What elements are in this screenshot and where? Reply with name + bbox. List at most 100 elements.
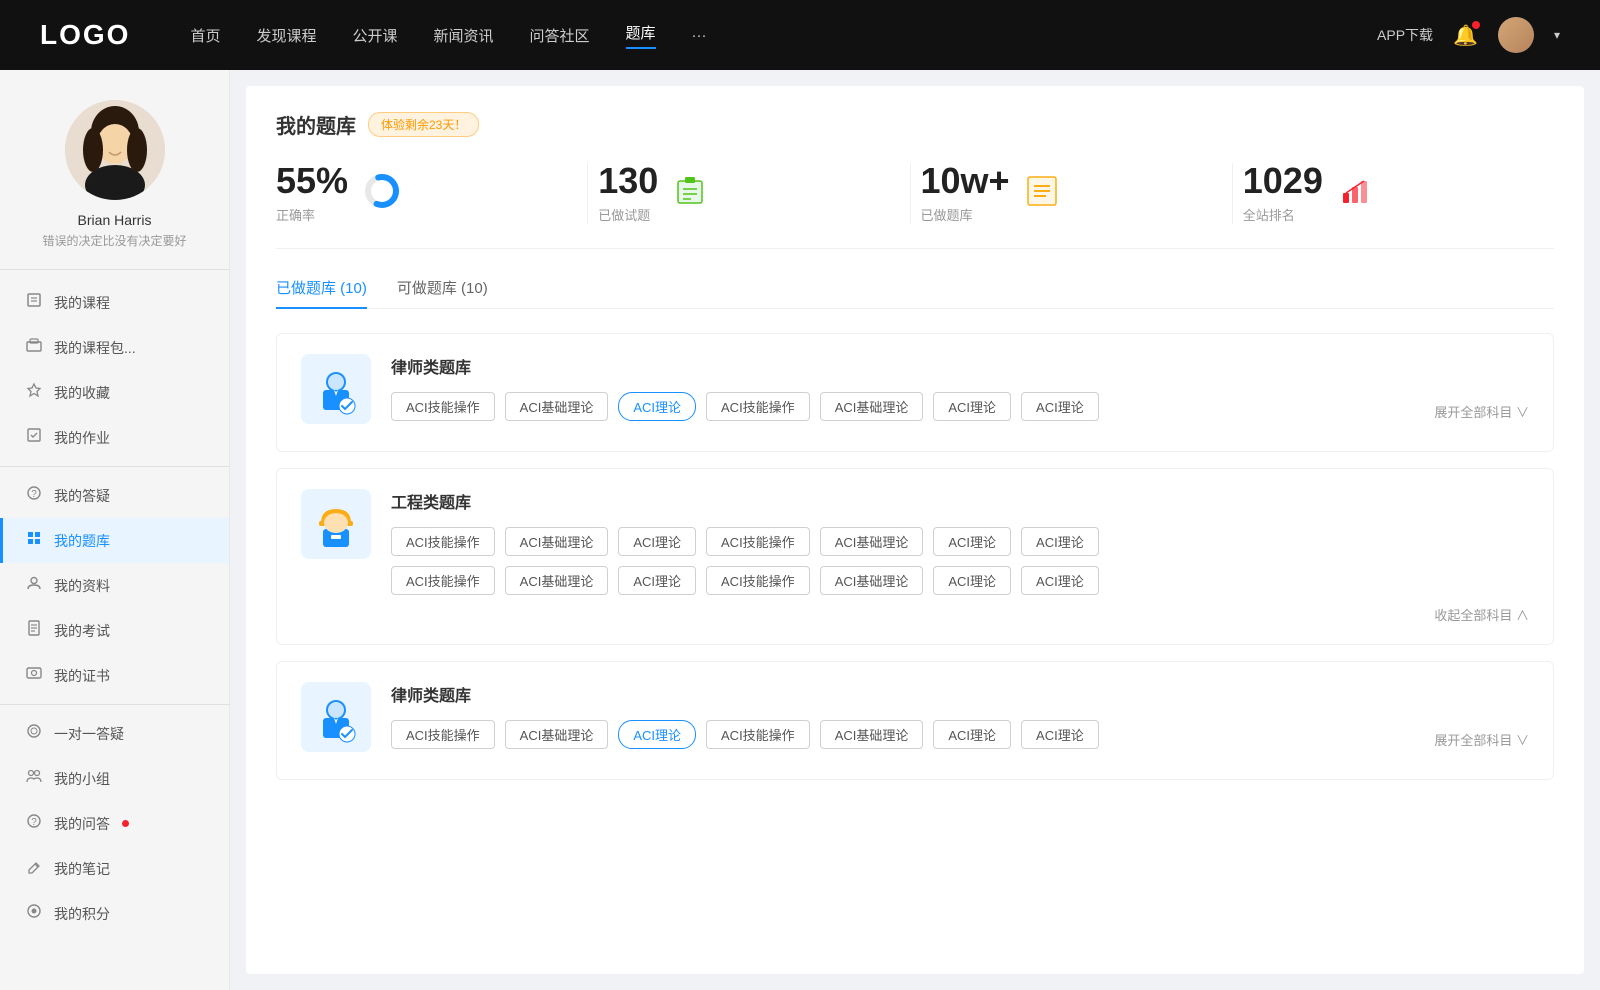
bank-tag-1-3[interactable]: ACI技能操作: [706, 392, 810, 421]
bank-tag-3-1[interactable]: ACI基础理论: [505, 720, 609, 749]
bank-tag-2-r2-5[interactable]: ACI理论: [933, 566, 1011, 595]
sidebar-item-one-on-one[interactable]: 一对一答疑: [0, 711, 229, 756]
bank-content-3: 律师类题库 ACI技能操作 ACI基础理论 ACI理论 ACI技能操作 ACI基…: [391, 682, 1529, 759]
sidebar-item-my-profile[interactable]: 我的资料: [0, 563, 229, 608]
bank-name-3: 律师类题库: [391, 682, 1529, 706]
bank-tag-1-4[interactable]: ACI基础理论: [820, 392, 924, 421]
tab-available-banks[interactable]: 可做题库 (10): [397, 277, 488, 308]
sidebar-label-my-group: 我的小组: [54, 769, 110, 789]
nav-questionbank[interactable]: 题库: [626, 22, 656, 49]
bank-tag-2-r1-3[interactable]: ACI技能操作: [706, 527, 810, 556]
bank-tag-3-5[interactable]: ACI理论: [933, 720, 1011, 749]
bank-tag-2-r1-6[interactable]: ACI理论: [1021, 527, 1099, 556]
sidebar-item-favorites[interactable]: 我的收藏: [0, 370, 229, 415]
sidebar-divider-1: [0, 466, 229, 467]
bank-tag-3-4[interactable]: ACI基础理论: [820, 720, 924, 749]
trial-badge: 体验剩余23天！: [368, 112, 479, 137]
bank-tag-2-r1-1[interactable]: ACI基础理论: [505, 527, 609, 556]
bank-expand-3[interactable]: 展开全部科目 ∨: [1434, 730, 1529, 749]
stat-done-banks: 10w+ 已做题库: [911, 163, 1233, 224]
bank-tag-1-1[interactable]: ACI基础理论: [505, 392, 609, 421]
homework-icon: [24, 427, 44, 448]
sidebar-item-course-package[interactable]: 我的课程包...: [0, 325, 229, 370]
nav-news[interactable]: 新闻资讯: [434, 25, 494, 46]
bank-tag-3-0[interactable]: ACI技能操作: [391, 720, 495, 749]
navbar-logo: LOGO: [40, 19, 130, 51]
stat-done-banks-value: 10w+ 已做题库: [921, 163, 1010, 224]
bank-collapse-2[interactable]: 收起全部科目 ∧: [1434, 605, 1529, 624]
bank-card-3: 律师类题库 ACI技能操作 ACI基础理论 ACI理论 ACI技能操作 ACI基…: [276, 661, 1554, 780]
user-dropdown-arrow[interactable]: ▾: [1554, 28, 1560, 42]
my-qa-icon: ?: [24, 485, 44, 506]
nav-open-course[interactable]: 公开课: [352, 25, 397, 46]
bank-tag-2-r1-2[interactable]: ACI理论: [618, 527, 696, 556]
notification-bell[interactable]: 🔔: [1453, 23, 1478, 48]
bank-tag-3-3[interactable]: ACI技能操作: [706, 720, 810, 749]
sidebar-item-my-notes[interactable]: 我的笔记: [0, 846, 229, 891]
avatar-svg: [65, 100, 165, 200]
sidebar-label-my-certificate: 我的证书: [54, 666, 110, 686]
bank-icon-lawyer-1: [301, 354, 371, 424]
nav-home[interactable]: 首页: [190, 25, 220, 46]
svg-text:?: ?: [31, 489, 37, 500]
bank-tag-1-6[interactable]: ACI理论: [1021, 392, 1099, 421]
sidebar-label-my-profile: 我的资料: [54, 576, 110, 596]
sidebar-item-question-bank[interactable]: 我的题库: [0, 518, 229, 563]
tab-done-banks[interactable]: 已做题库 (10): [276, 277, 367, 308]
bank-tag-1-5[interactable]: ACI理论: [933, 392, 1011, 421]
bank-tag-2-r1-5[interactable]: ACI理论: [933, 527, 1011, 556]
bank-tag-2-r2-4[interactable]: ACI基础理论: [820, 566, 924, 595]
bank-tag-1-2[interactable]: ACI理论: [618, 392, 696, 421]
nav-more[interactable]: ···: [692, 27, 707, 44]
course-package-icon: [24, 337, 44, 358]
chart-icon: [1337, 173, 1373, 214]
sidebar-divider-2: [0, 704, 229, 705]
bank-tag-2-r2-3[interactable]: ACI技能操作: [706, 566, 810, 595]
sidebar-label-my-course: 我的课程: [54, 293, 110, 313]
sidebar-item-my-course[interactable]: 我的课程: [0, 280, 229, 325]
correct-rate-number: 55%: [276, 163, 348, 199]
sidebar-item-my-points[interactable]: 我的积分: [0, 891, 229, 936]
sidebar-item-my-group[interactable]: 我的小组: [0, 756, 229, 801]
bank-tag-3-6[interactable]: ACI理论: [1021, 720, 1099, 749]
bank-expand-1[interactable]: 展开全部科目 ∨: [1434, 402, 1529, 421]
user-avatar[interactable]: [1498, 17, 1534, 53]
sidebar-label-one-on-one: 一对一答疑: [54, 724, 124, 744]
bank-tag-3-2[interactable]: ACI理论: [618, 720, 696, 749]
sidebar-item-my-qa[interactable]: ? 我的答疑: [0, 473, 229, 518]
done-questions-label: 已做试题: [598, 205, 658, 224]
my-group-icon: [24, 768, 44, 789]
bank-tag-2-r1-0[interactable]: ACI技能操作: [391, 527, 495, 556]
nav-discover[interactable]: 发现课程: [256, 25, 316, 46]
notification-dot: [1472, 21, 1480, 29]
sidebar-label-my-qa: 我的答疑: [54, 486, 110, 506]
app-download-button[interactable]: APP下载: [1377, 25, 1433, 45]
sidebar-menu: 我的课程 我的课程包... 我的收藏 我的作业: [0, 270, 229, 946]
sidebar-item-my-certificate[interactable]: 我的证书: [0, 653, 229, 698]
profile-avatar: [65, 100, 165, 200]
main-content-area: 我的题库 体验剩余23天！ 55% 正确率 130: [246, 86, 1584, 974]
my-course-icon: [24, 292, 44, 313]
bank-tag-2-r2-2[interactable]: ACI理论: [618, 566, 696, 595]
avatar-image: [1498, 17, 1534, 53]
nav-qa[interactable]: 问答社区: [530, 25, 590, 46]
sidebar-label-homework: 我的作业: [54, 428, 110, 448]
bank-tag-2-r2-0[interactable]: ACI技能操作: [391, 566, 495, 595]
sidebar-label-question-bank: 我的题库: [54, 531, 110, 551]
sidebar-item-my-exam[interactable]: 我的考试: [0, 608, 229, 653]
clipboard-icon: [672, 173, 708, 214]
done-banks-number: 10w+: [921, 163, 1010, 199]
sidebar-item-homework[interactable]: 我的作业: [0, 415, 229, 460]
done-banks-label: 已做题库: [921, 205, 1010, 224]
bank-tag-2-r2-6[interactable]: ACI理论: [1021, 566, 1099, 595]
bank-tag-2-r2-1[interactable]: ACI基础理论: [505, 566, 609, 595]
bank-tag-1-0[interactable]: ACI技能操作: [391, 392, 495, 421]
my-profile-icon: [24, 575, 44, 596]
svg-text:?: ?: [31, 817, 37, 828]
bank-tags-3: ACI技能操作 ACI基础理论 ACI理论 ACI技能操作 ACI基础理论 AC…: [391, 720, 1529, 749]
sidebar-label-my-exam: 我的考试: [54, 621, 110, 641]
sidebar-item-my-question[interactable]: ? 我的问答: [0, 801, 229, 846]
stats-row: 55% 正确率 130 已做试题: [276, 163, 1554, 249]
done-questions-number: 130: [598, 163, 658, 199]
bank-tag-2-r1-4[interactable]: ACI基础理论: [820, 527, 924, 556]
